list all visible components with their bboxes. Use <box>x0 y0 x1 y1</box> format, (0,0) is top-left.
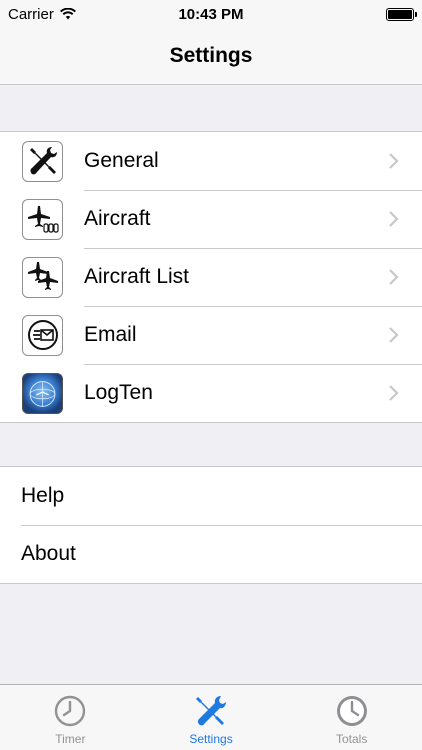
settings-row-about[interactable]: About <box>0 525 422 583</box>
carrier-label: Carrier <box>8 5 54 23</box>
tab-timer[interactable]: Timer <box>0 685 141 750</box>
clock-dark-icon <box>336 696 367 726</box>
tab-label: Settings <box>189 732 233 746</box>
settings-row-aircraft-list[interactable]: Aircraft List <box>0 248 422 306</box>
battery-fill <box>388 9 412 19</box>
row-label: Email <box>84 323 137 346</box>
email-icon <box>22 314 63 356</box>
row-label: General <box>84 149 159 172</box>
row-label: Aircraft List <box>84 265 190 288</box>
wifi-icon <box>59 8 76 20</box>
battery-icon <box>386 7 417 21</box>
tools-icon <box>196 696 226 726</box>
status-bar: Carrier 10:43 PM <box>0 0 422 28</box>
chevron-right-icon <box>389 153 399 169</box>
row-label: LogTen <box>84 381 153 404</box>
settings-row-logten[interactable]: LogTen <box>0 364 422 422</box>
chevron-right-icon <box>389 385 399 401</box>
row-label: About <box>21 542 76 565</box>
clock-icon <box>55 695 86 727</box>
chevron-right-icon <box>389 269 399 285</box>
tab-totals[interactable]: Totals <box>281 685 422 750</box>
settings-row-email[interactable]: Email <box>0 306 422 364</box>
wrench-screwdriver-icon <box>22 140 63 182</box>
settings-row-help[interactable]: Help <box>0 467 422 525</box>
settings-row-general[interactable]: General <box>0 132 422 190</box>
row-label: Help <box>21 484 65 507</box>
airplanes-icon <box>22 256 63 298</box>
row-label: Aircraft <box>84 207 151 230</box>
page-title: Settings <box>169 44 253 67</box>
airplane-gauges-icon <box>22 198 63 240</box>
logten-globe-icon <box>22 372 63 414</box>
status-left: Carrier <box>8 6 76 23</box>
tab-bar: Timer Settings Totals <box>0 684 422 750</box>
tab-label: Totals <box>336 732 368 746</box>
chevron-right-icon <box>389 211 399 227</box>
nav-bar: Settings <box>0 28 422 85</box>
tab-settings[interactable]: Settings <box>141 685 282 750</box>
tab-label: Timer <box>55 732 86 746</box>
settings-group-main: General Aircraft Aircraft List Email Log… <box>0 131 422 423</box>
chevron-right-icon <box>389 327 399 343</box>
settings-row-aircraft[interactable]: Aircraft <box>0 190 422 248</box>
settings-group-info: Help About <box>0 466 422 584</box>
